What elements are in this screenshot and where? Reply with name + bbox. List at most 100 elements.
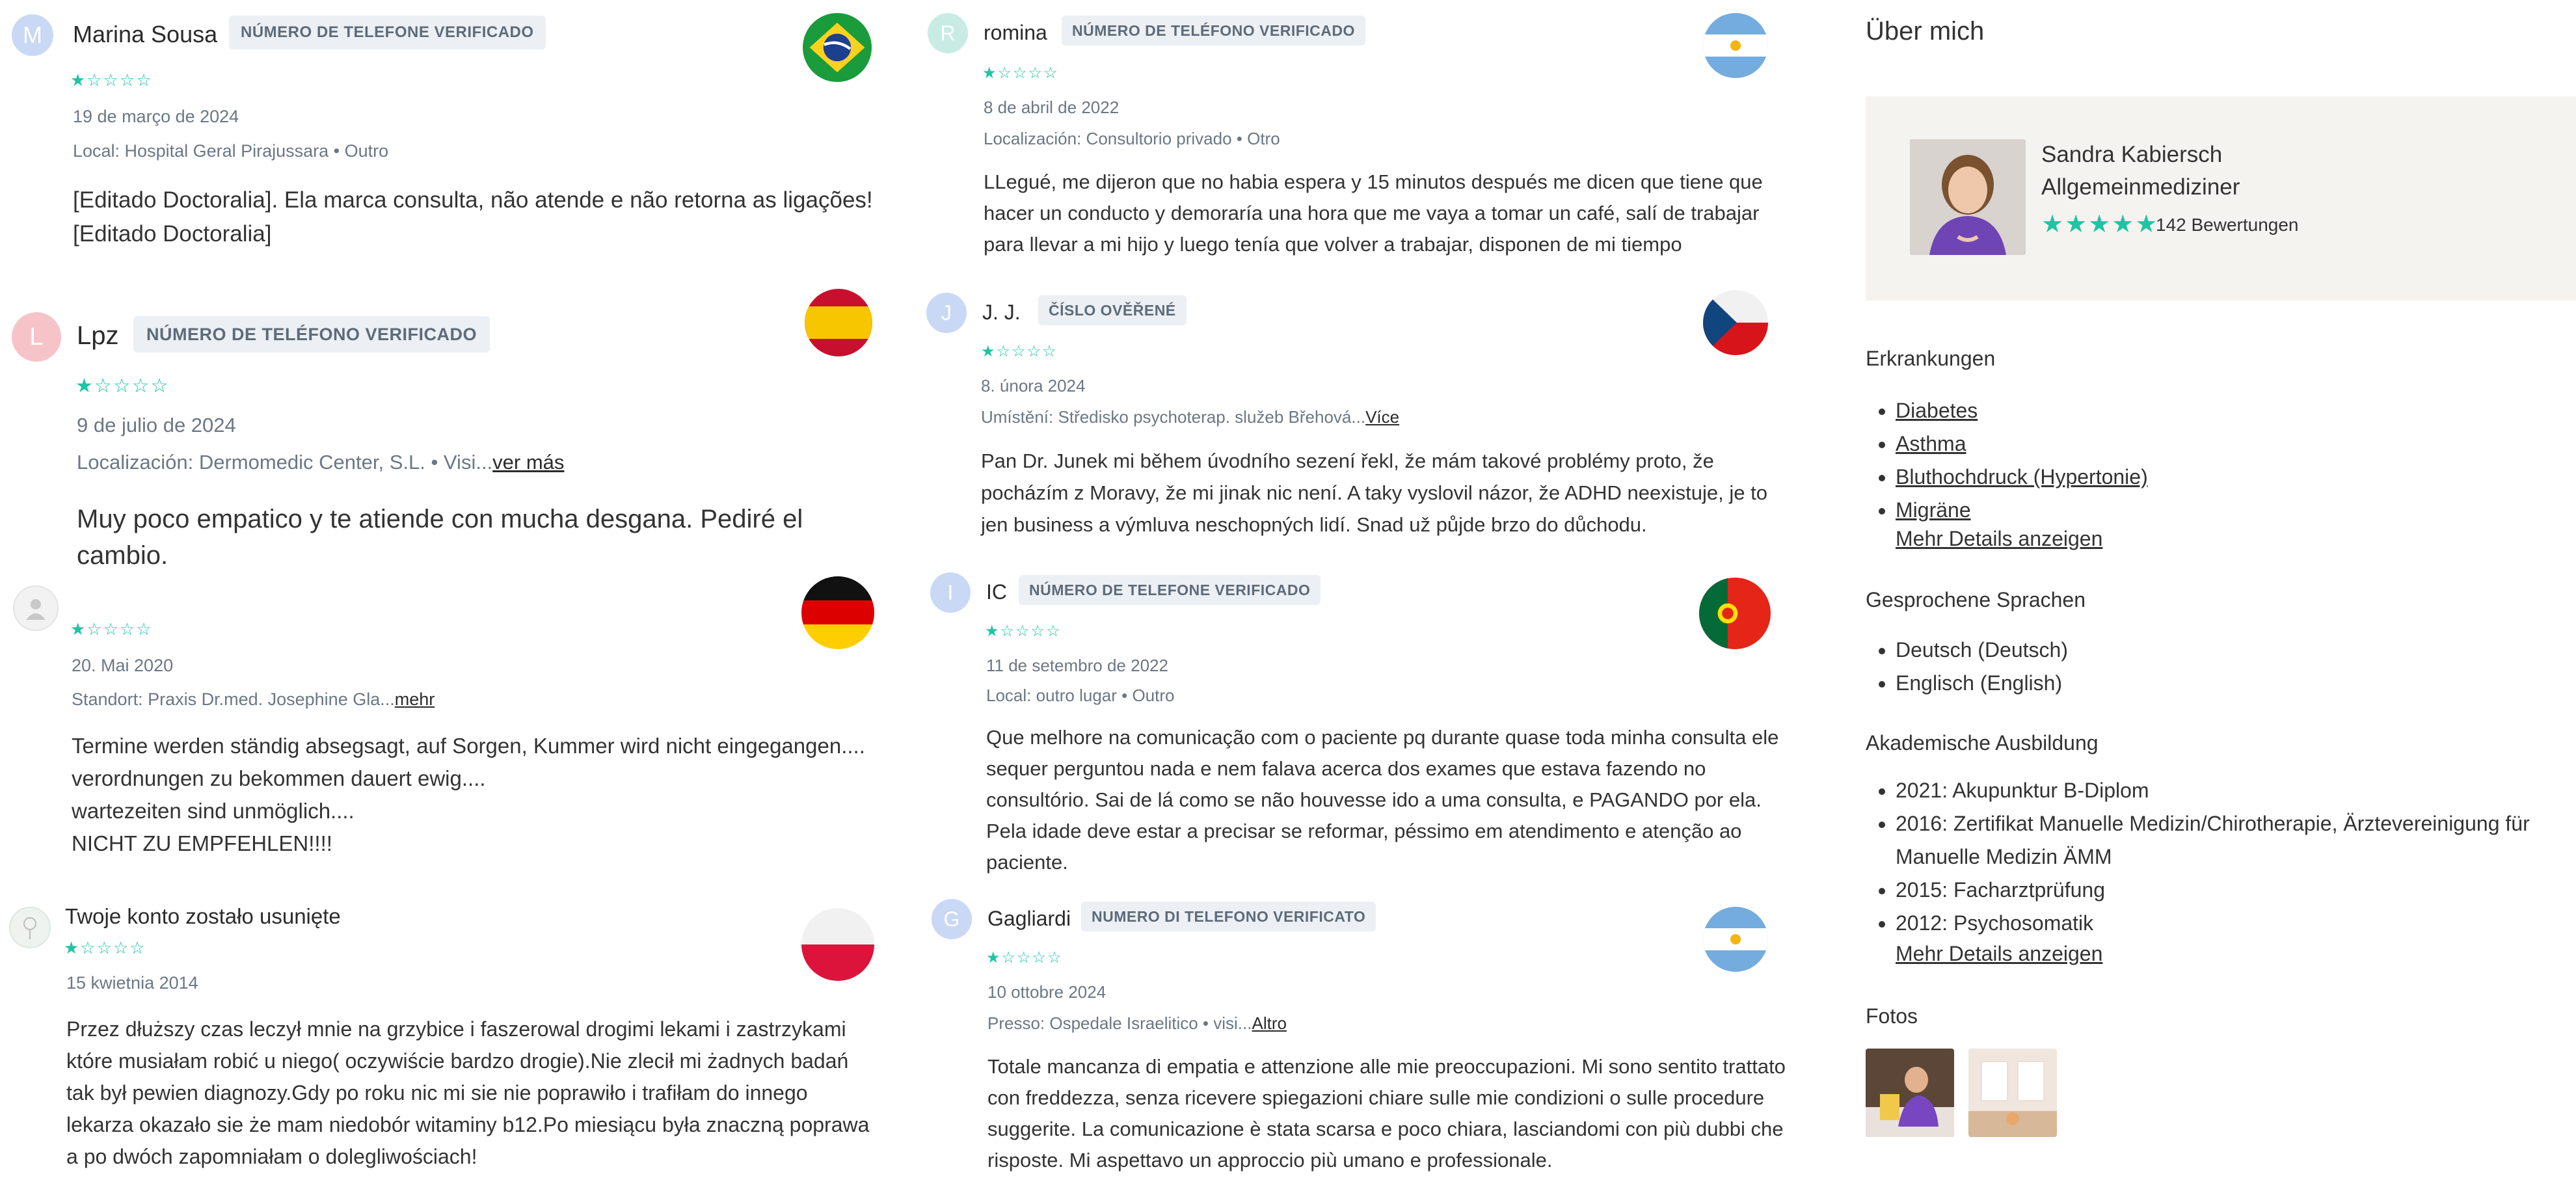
- read-more-link[interactable]: Altro: [1252, 1013, 1286, 1033]
- review-card: Twoje konto zostało usunięte ★☆☆☆☆ 15 kw…: [0, 885, 898, 1178]
- review-date: 8. února 2024: [981, 376, 1086, 395]
- reviewer-name: Gagliardi: [987, 907, 1071, 930]
- education-item: 2012: Psychosomatik: [1896, 907, 2572, 940]
- read-more-link[interactable]: ver más: [492, 451, 564, 474]
- czech-flag-icon: [1703, 290, 1768, 355]
- photo-thumbnail[interactable]: [1866, 1049, 1954, 1137]
- review-text-line: verordnungen zu bekommen dauert ewig....: [72, 766, 486, 790]
- review-text: Przez dłuższy czas leczył mnie na grzybi…: [66, 1017, 870, 1168]
- about-title: Über mich: [1866, 17, 1985, 46]
- verified-badge: NÚMERO DE TELEFONE VERIFICADO: [1019, 575, 1321, 605]
- review-card: M Marina Sousa NÚMERO DE TELEFONE VERIFI…: [0, 0, 898, 286]
- review-date: 15 kwietnia 2014: [66, 973, 198, 993]
- reviewer-name: romina: [984, 21, 1047, 44]
- education-item: 2015: Facharztprüfung: [1896, 874, 2572, 907]
- avatar: M: [12, 14, 53, 56]
- review-text-line: Termine werden ständig absegsagt, auf So…: [72, 734, 865, 758]
- condition-item[interactable]: Migräne: [1896, 494, 2148, 527]
- review-text: Que melhore na comunicação com o pacient…: [986, 726, 1779, 874]
- reviewer-name: J. J.: [982, 301, 1021, 324]
- review-text: Termine werden ständig absegsagt, auf So…: [72, 730, 885, 860]
- review-card: L Lpz NÚMERO DE TELÉFONO VERIFICADO ★☆☆☆…: [0, 286, 898, 570]
- spain-flag-icon: [805, 289, 872, 356]
- review-text-line: wartezeiten sind unmöglich....: [72, 799, 355, 823]
- account-removed-icon: [23, 917, 36, 939]
- avatar: R: [928, 13, 968, 53]
- review-card: I IC NÚMERO DE TELEFONE VERIFICADO ★☆☆☆☆…: [911, 559, 1795, 891]
- review-date: 20. Mai 2020: [72, 656, 174, 675]
- avatar: I: [930, 572, 971, 613]
- avatar: G: [932, 899, 972, 939]
- star-rating: ★☆☆☆☆: [985, 622, 1062, 640]
- portugal-flag-icon: [1699, 578, 1771, 649]
- avatar: L: [12, 312, 61, 362]
- review-text: LLegué, me dijeron que no habia espera y…: [984, 170, 1763, 256]
- languages-title: Gesprochene Sprachen: [1866, 588, 2086, 611]
- argentina-flag-icon: [1703, 907, 1768, 972]
- avatar: J: [926, 293, 967, 333]
- verified-badge: NÚMERO DE TELÉFONO VERIFICADO: [1062, 16, 1365, 46]
- doctor-specialty: Allgemeinmediziner: [2041, 174, 2240, 200]
- star-rating: ★☆☆☆☆: [70, 70, 153, 90]
- doctor-name[interactable]: Sandra Kabiersch: [2041, 142, 2222, 168]
- review-location: Presso: Ospedale Israelitico • visi...Al…: [987, 1013, 1287, 1033]
- review-location: Umístění: Středisko psychoterap. služeb …: [981, 407, 1400, 427]
- condition-item[interactable]: Bluthochdruck (Hypertonie): [1896, 461, 2148, 494]
- review-text: Pan Dr. Junek mi během úvodního sezení ř…: [981, 449, 1767, 536]
- star-rating: ★☆☆☆☆: [981, 343, 1058, 360]
- photos-title: Fotos: [1866, 1004, 1918, 1028]
- review-card: R romina NÚMERO DE TELÉFONO VERIFICADO ★…: [911, 0, 1795, 280]
- doctor-card: Sandra Kabiersch Allgemeinmediziner ★★★★…: [1866, 96, 2576, 301]
- review-location: Localización: Consultorio privado • Otro: [984, 129, 1280, 148]
- review-date: 8 de abril de 2022: [984, 98, 1120, 117]
- avatar: [9, 907, 51, 948]
- photo-thumbnail[interactable]: [1968, 1049, 2057, 1137]
- star-rating: ★☆☆☆☆: [64, 938, 146, 957]
- reviews-count[interactable]: 142 Bewertungen: [2156, 215, 2299, 235]
- brazil-flag-icon: [803, 13, 872, 82]
- education-list: 2021: Akupunktur B-Diplom 2016: Zertifik…: [1896, 774, 2572, 940]
- reviewer-name: IC: [986, 580, 1007, 604]
- star-rating: ★☆☆☆☆: [986, 949, 1063, 967]
- doctor-star-rating: ★★★★★: [2041, 211, 2159, 238]
- review-date: 10 ottobre 2024: [987, 982, 1107, 1002]
- review-date: 11 de setembro de 2022: [986, 656, 1168, 675]
- conditions-title: Erkrankungen: [1866, 347, 1996, 370]
- read-more-link[interactable]: mehr: [395, 689, 435, 709]
- review-location: Localización: Dermomedic Center, S.L. • …: [77, 451, 565, 474]
- star-rating: ★☆☆☆☆: [70, 619, 153, 639]
- review-text: Totale mancanza di empatia e attenzione …: [987, 1055, 1786, 1171]
- conditions-list: Diabetes Asthma Bluthochdruck (Hypertoni…: [1896, 394, 2148, 527]
- reviewer-name: Marina Sousa: [73, 21, 218, 47]
- verified-badge: NÚMERO DE TELÉFONO VERIFICADO: [133, 316, 490, 353]
- star-rating: ★☆☆☆☆: [982, 64, 1059, 82]
- review-text-line: NICHT ZU EMPFEHLEN!!!!: [72, 831, 332, 855]
- verified-badge: ČÍSLO OVĚŘENÉ: [1038, 295, 1187, 325]
- star-rating: ★☆☆☆☆: [75, 375, 170, 397]
- doctor-photo: [1910, 139, 2026, 255]
- review-card: ★☆☆☆☆ 20. Mai 2020 Standort: Praxis Dr.m…: [0, 559, 898, 885]
- germany-flag-icon: [801, 576, 874, 649]
- review-card: J J. J. ČÍSLO OVĚŘENÉ ★☆☆☆☆ 8. února 202…: [911, 280, 1795, 559]
- review-location: Standort: Praxis Dr.med. Josephine Gla..…: [72, 689, 435, 709]
- conditions-more-link[interactable]: Mehr Details anzeigen: [1896, 527, 2102, 551]
- language-item: Deutsch (Deutsch): [1896, 634, 2068, 667]
- user-icon: [26, 599, 46, 620]
- review-date: 19 de março de 2024: [73, 107, 239, 126]
- condition-item[interactable]: Diabetes: [1896, 394, 2148, 427]
- education-item: 2021: Akupunktur B-Diplom: [1896, 774, 2572, 807]
- read-more-link[interactable]: Více: [1365, 407, 1399, 427]
- review-text: [Editado Doctoralia]. Ela marca consulta…: [73, 187, 873, 247]
- review-card: G Gagliardi NUMERO DI TELEFONO VERIFICAT…: [911, 891, 1795, 1178]
- argentina-flag-icon: [1703, 13, 1768, 78]
- reviewer-name: Twoje konto zostało usunięte: [65, 904, 341, 928]
- review-location: Local: outro lugar • Outro: [986, 686, 1175, 705]
- review-location: Local: Hospital Geral Pirajussara • Outr…: [73, 141, 389, 161]
- condition-item[interactable]: Asthma: [1896, 427, 2148, 461]
- education-more-link[interactable]: Mehr Details anzeigen: [1896, 942, 2102, 966]
- languages-list: Deutsch (Deutsch) Englisch (English): [1896, 634, 2068, 700]
- verified-badge: NUMERO DI TELEFONO VERIFICATO: [1081, 902, 1376, 931]
- poland-flag-icon: [801, 908, 874, 981]
- reviewer-name: Lpz: [77, 321, 119, 350]
- language-item: Englisch (English): [1896, 667, 2068, 700]
